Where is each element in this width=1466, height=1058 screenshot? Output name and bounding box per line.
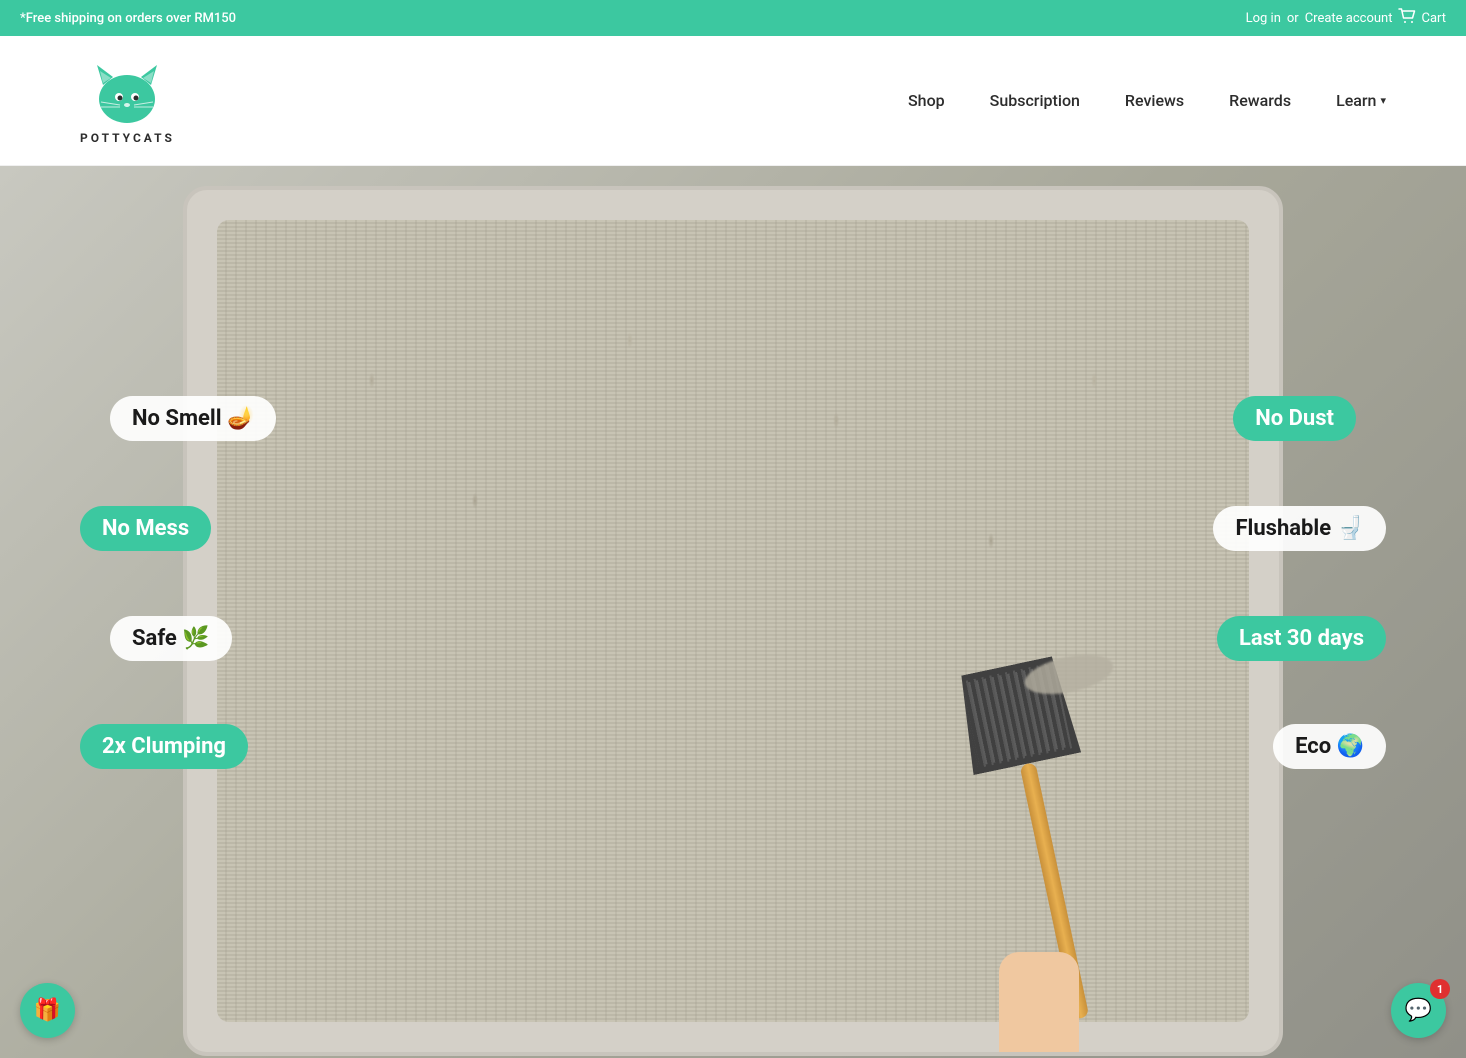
cart-label: Cart bbox=[1421, 11, 1446, 26]
bubble-last30days: Last 30 days bbox=[1217, 616, 1386, 661]
nav-learn[interactable]: Learn ▾ bbox=[1336, 86, 1386, 115]
main-nav: Shop Subscription Reviews Rewards Learn … bbox=[908, 86, 1386, 115]
no-dust-label: No Dust bbox=[1255, 406, 1334, 431]
bubble-no-smell: No Smell 🪔 bbox=[110, 396, 276, 441]
flushable-label: Flushable 🚽 bbox=[1235, 516, 1364, 541]
announcement-text: *Free shipping on orders over RM150 bbox=[20, 11, 236, 26]
nav-reviews[interactable]: Reviews bbox=[1125, 86, 1184, 115]
no-mess-label: No Mess bbox=[102, 516, 189, 541]
create-account-link[interactable]: Create account bbox=[1305, 11, 1393, 26]
bubble-flushable: Flushable 🚽 bbox=[1213, 506, 1386, 551]
2xclumping-label: 2x Clumping bbox=[102, 734, 226, 759]
litter-tray bbox=[183, 186, 1283, 1056]
brand-name: POTTYCATS bbox=[80, 131, 175, 145]
hero-background: No Smell 🪔 No Dust No Mess Flushable 🚽 S… bbox=[0, 166, 1466, 1058]
chevron-down-icon: ▾ bbox=[1380, 94, 1386, 107]
cart-icon bbox=[1398, 8, 1416, 28]
bubble-safe: Safe 🌿 bbox=[110, 616, 232, 661]
nav-subscription[interactable]: Subscription bbox=[990, 86, 1080, 115]
announcement-bar: *Free shipping on orders over RM150 Log … bbox=[0, 0, 1466, 36]
bubble-no-mess: No Mess bbox=[80, 506, 211, 551]
login-link[interactable]: Log in bbox=[1246, 11, 1281, 26]
no-smell-label: No Smell 🪔 bbox=[132, 406, 254, 431]
main-header: POTTYCATS Shop Subscription Reviews Rewa… bbox=[0, 36, 1466, 166]
rewards-icon: 🎁 bbox=[34, 998, 61, 1023]
chat-widget[interactable]: 💬 1 bbox=[1391, 983, 1446, 1038]
bubble-no-dust: No Dust bbox=[1233, 396, 1356, 441]
rewards-widget[interactable]: 🎁 bbox=[20, 983, 75, 1038]
nav-learn-label: Learn bbox=[1336, 91, 1376, 110]
chat-icon: 💬 bbox=[1405, 998, 1432, 1023]
bubble-2xclumping: 2x Clumping bbox=[80, 724, 248, 769]
bubble-eco: Eco 🌍 bbox=[1273, 724, 1386, 769]
logo[interactable]: POTTYCATS bbox=[80, 57, 175, 145]
cart-link[interactable]: Cart bbox=[1398, 8, 1446, 28]
last30-label: Last 30 days bbox=[1239, 626, 1364, 651]
top-nav-actions: Log in or Create account Cart bbox=[1246, 8, 1446, 28]
chat-badge: 1 bbox=[1430, 979, 1450, 999]
eco-label: Eco 🌍 bbox=[1295, 734, 1364, 759]
hero-section: No Smell 🪔 No Dust No Mess Flushable 🚽 S… bbox=[0, 166, 1466, 1058]
or-separator: or bbox=[1287, 11, 1299, 26]
nav-shop[interactable]: Shop bbox=[908, 86, 945, 115]
nav-rewards[interactable]: Rewards bbox=[1229, 86, 1291, 115]
logo-icon bbox=[87, 57, 167, 127]
safe-label: Safe 🌿 bbox=[132, 626, 210, 651]
hand bbox=[999, 952, 1079, 1052]
